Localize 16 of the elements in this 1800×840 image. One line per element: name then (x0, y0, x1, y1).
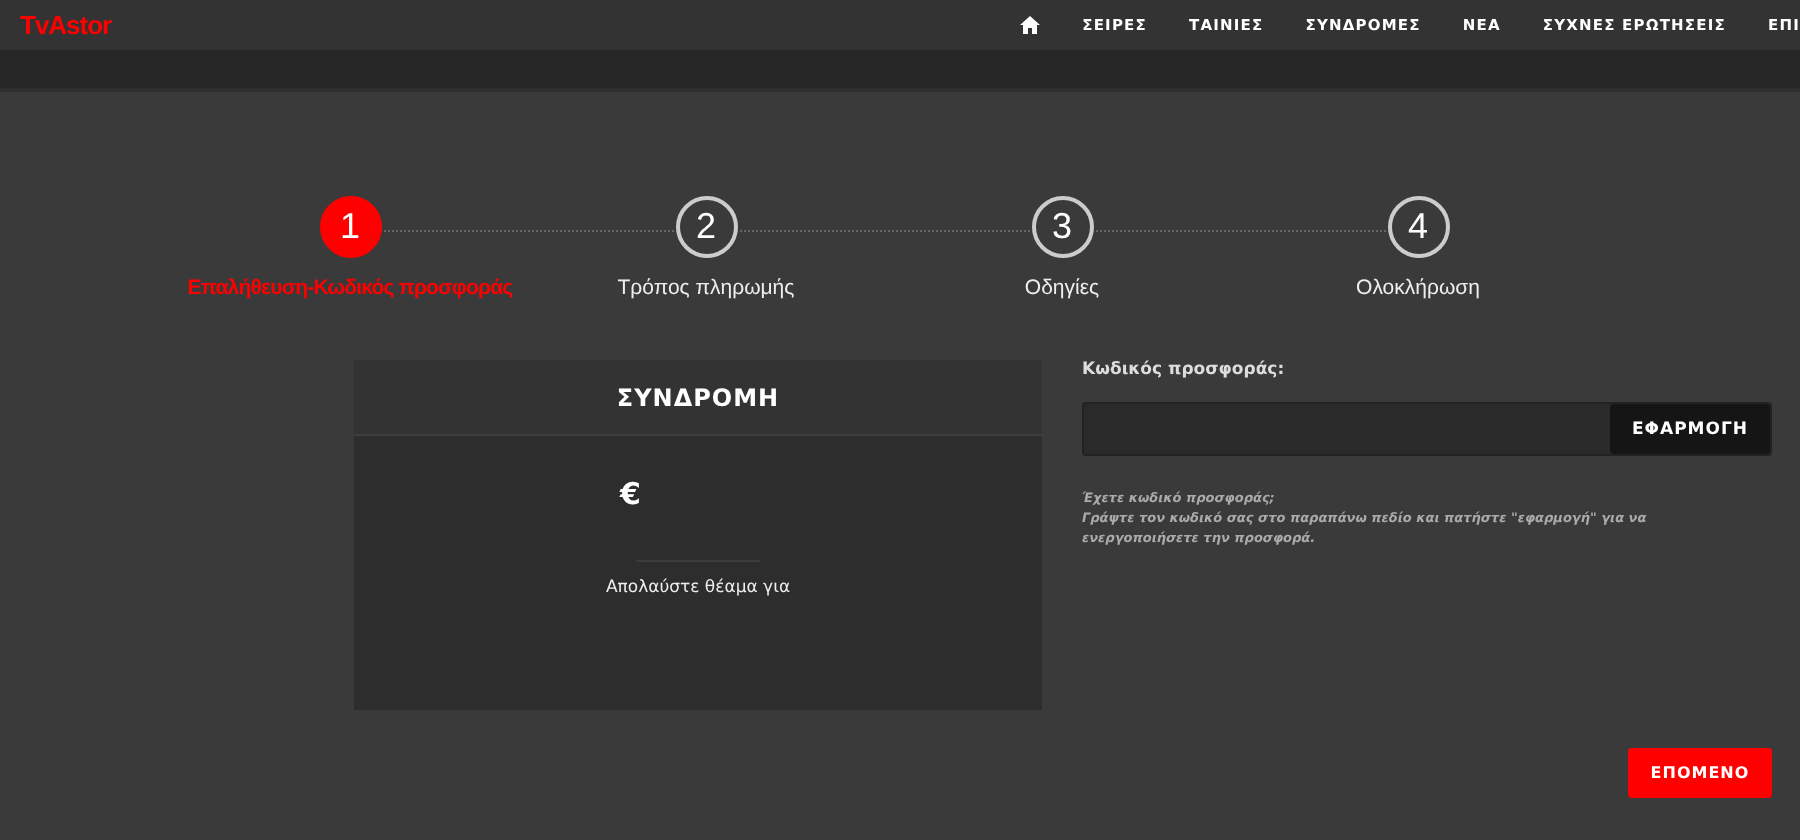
step-label: Τρόπος πληρωμής (617, 276, 795, 300)
step-circle: 4 (1387, 196, 1449, 258)
description: Απολαύστε θέαμα για (603, 578, 793, 598)
step-label: Επαλήθευση-Κωδικός προσφοράς (187, 276, 513, 300)
promo-code-field[interactable]: ΕΦΑΡΜΟΓΗ (1082, 402, 1772, 456)
step-label: Ολοκλήρωση (1356, 276, 1480, 300)
step-label: Οδηγίες (1024, 276, 1100, 300)
step-circle: 3 (1031, 196, 1093, 258)
card-title: ΣΥΝΔΡΟΜΗ (616, 383, 780, 411)
apply-button[interactable]: ΕΦΑΡΜΟΓΗ (1610, 404, 1770, 454)
step-circle: 2 (675, 196, 737, 258)
step-circle: 1 (319, 196, 381, 258)
next-button[interactable]: ΕΠΟΜΕΝΟ (1628, 748, 1772, 798)
home-icon[interactable] (1020, 16, 1041, 34)
field-label: Κωδικός προσφοράς: (1082, 360, 1287, 380)
price: € (620, 476, 643, 512)
